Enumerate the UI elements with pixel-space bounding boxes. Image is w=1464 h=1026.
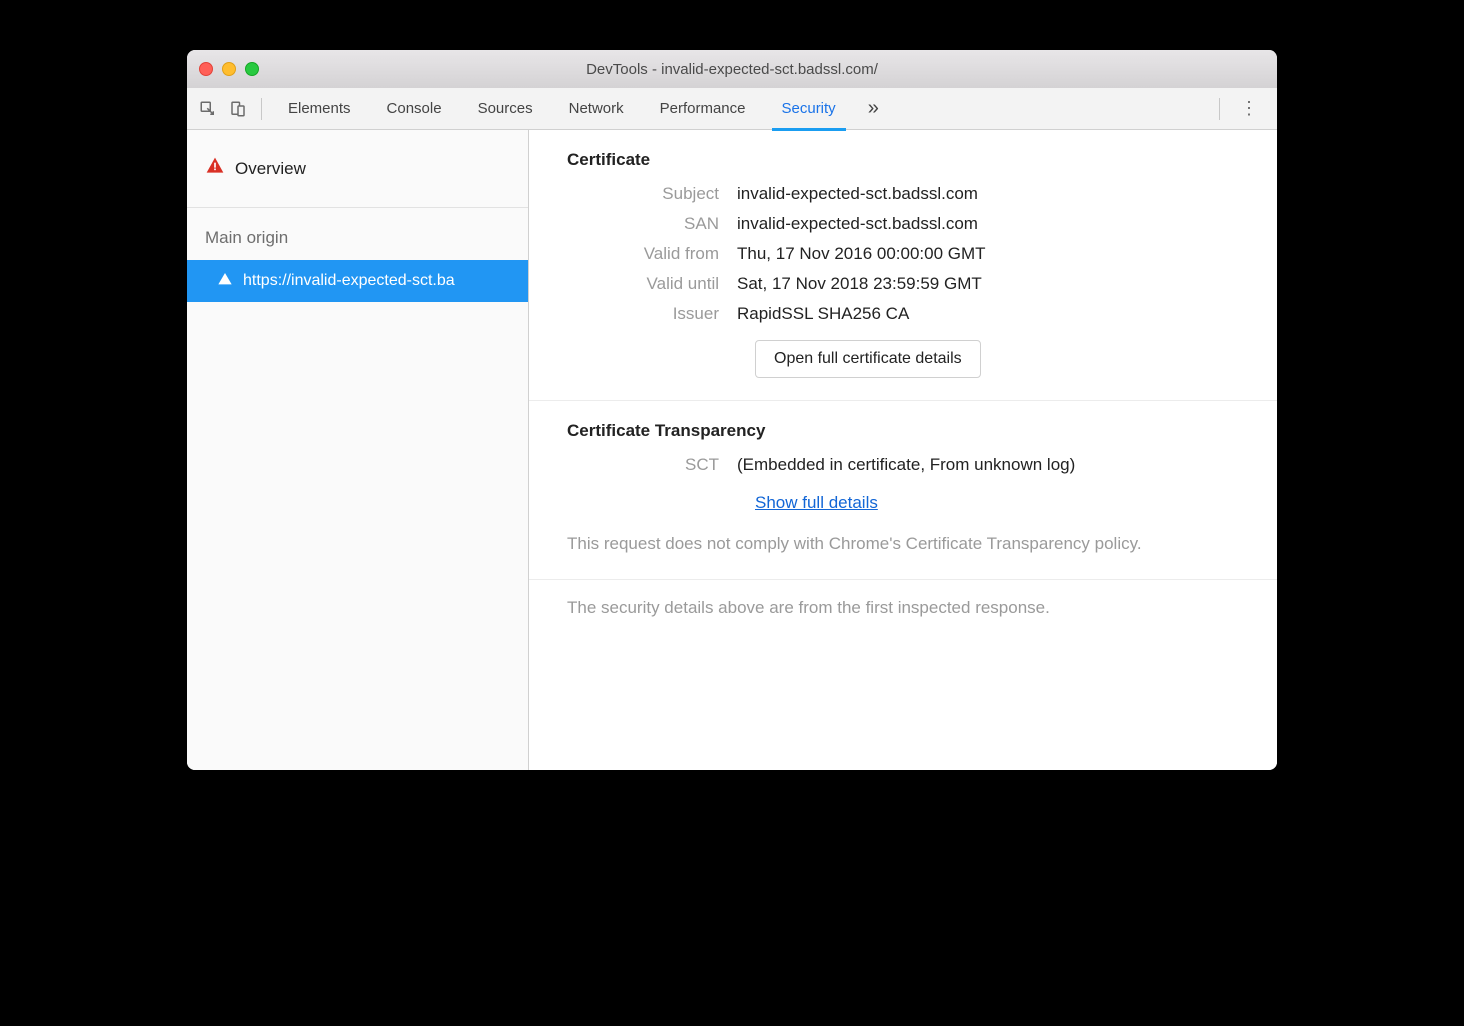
kv-value: Thu, 17 Nov 2016 00:00:00 GMT xyxy=(737,244,1239,264)
open-certificate-button[interactable]: Open full certificate details xyxy=(755,340,981,378)
kv-row: Valid from Thu, 17 Nov 2016 00:00:00 GMT xyxy=(567,244,1239,264)
tab-performance[interactable]: Performance xyxy=(642,88,764,130)
content: Certificate Subject invalid-expected-sct… xyxy=(529,130,1277,770)
close-icon[interactable] xyxy=(199,62,213,76)
section-certificate-transparency: Certificate Transparency SCT (Embedded i… xyxy=(529,401,1277,580)
kv-label: Valid from xyxy=(567,244,737,264)
kv-label: SAN xyxy=(567,214,737,234)
inspect-icon[interactable] xyxy=(193,94,223,124)
kv-value: RapidSSL SHA256 CA xyxy=(737,304,1239,324)
kebab-menu-icon[interactable]: ⋮ xyxy=(1228,98,1271,119)
kv-label: Valid until xyxy=(567,274,737,294)
section-certificate: Certificate Subject invalid-expected-sct… xyxy=(529,130,1277,401)
origin-url: https://invalid-expected-sct.ba xyxy=(243,272,455,290)
sidebar-section-header: Main origin xyxy=(187,208,528,260)
kv-row: Issuer RapidSSL SHA256 CA xyxy=(567,304,1239,324)
sidebar-item-label: Overview xyxy=(235,159,306,179)
minimize-icon[interactable] xyxy=(222,62,236,76)
kv-value: (Embedded in certificate, From unknown l… xyxy=(737,455,1239,475)
panel-body: Overview Main origin https://invalid-exp… xyxy=(187,130,1277,770)
show-full-details-link[interactable]: Show full details xyxy=(755,493,878,513)
section-title: Certificate Transparency xyxy=(567,421,1239,441)
tab-network[interactable]: Network xyxy=(551,88,642,130)
sidebar-item-overview[interactable]: Overview xyxy=(187,130,528,208)
toolbar-divider xyxy=(261,98,262,120)
window-title: DevTools - invalid-expected-sct.badssl.c… xyxy=(187,61,1277,78)
kv-row: SAN invalid-expected-sct.badssl.com xyxy=(567,214,1239,234)
triangle-icon xyxy=(217,271,233,292)
more-tabs-icon[interactable]: » xyxy=(854,97,893,120)
kv-row: Valid until Sat, 17 Nov 2018 23:59:59 GM… xyxy=(567,274,1239,294)
toolbar-divider xyxy=(1219,98,1220,120)
tab-security[interactable]: Security xyxy=(764,88,854,130)
kv-label: Subject xyxy=(567,184,737,204)
device-toggle-icon[interactable] xyxy=(223,94,253,124)
section-title: Certificate xyxy=(567,150,1239,170)
ct-policy-note: This request does not comply with Chrome… xyxy=(567,531,1239,557)
traffic-lights xyxy=(199,62,259,76)
devtools-window: DevTools - invalid-expected-sct.badssl.c… xyxy=(187,50,1277,770)
tab-sources[interactable]: Sources xyxy=(460,88,551,130)
kv-value: invalid-expected-sct.badssl.com xyxy=(737,184,1239,204)
titlebar: DevTools - invalid-expected-sct.badssl.c… xyxy=(187,50,1277,88)
footer-note: The security details above are from the … xyxy=(529,580,1277,636)
kv-value: invalid-expected-sct.badssl.com xyxy=(737,214,1239,234)
tab-elements[interactable]: Elements xyxy=(270,88,369,130)
kv-label: SCT xyxy=(567,455,737,475)
kv-row: SCT (Embedded in certificate, From unkno… xyxy=(567,455,1239,475)
tabs: Elements Console Sources Network Perform… xyxy=(270,88,1211,130)
sidebar: Overview Main origin https://invalid-exp… xyxy=(187,130,529,770)
tab-console[interactable]: Console xyxy=(369,88,460,130)
sidebar-item-origin[interactable]: https://invalid-expected-sct.ba xyxy=(187,260,528,302)
toolbar: Elements Console Sources Network Perform… xyxy=(187,88,1277,130)
maximize-icon[interactable] xyxy=(245,62,259,76)
kv-row: Subject invalid-expected-sct.badssl.com xyxy=(567,184,1239,204)
kv-label: Issuer xyxy=(567,304,737,324)
warning-icon xyxy=(205,156,225,181)
kv-value: Sat, 17 Nov 2018 23:59:59 GMT xyxy=(737,274,1239,294)
